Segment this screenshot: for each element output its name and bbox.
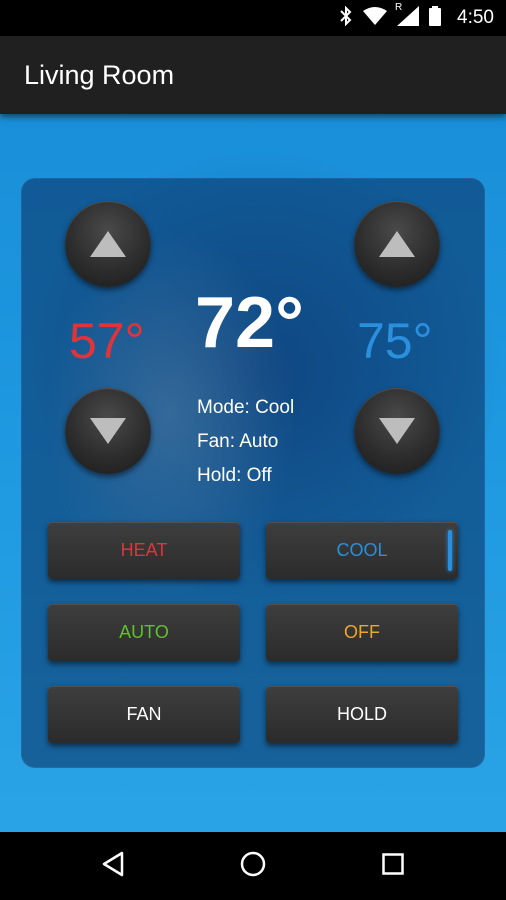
arrow-down-icon <box>377 416 417 446</box>
cool-button[interactable]: COOL <box>266 522 458 579</box>
page-title: Living Room <box>24 60 175 90</box>
selected-indicator <box>448 530 452 571</box>
cool-setpoint: 75° <box>357 313 433 369</box>
status-time: 4:50 <box>457 7 494 28</box>
back-button[interactable] <box>93 846 133 886</box>
back-icon <box>101 851 125 882</box>
home-button[interactable] <box>233 846 273 886</box>
hold-button[interactable]: HOLD <box>266 686 458 743</box>
recents-icon <box>382 852 404 880</box>
navigation-bar <box>0 832 506 900</box>
recents-button[interactable] <box>373 846 413 886</box>
status-bar: R 4:50 <box>0 0 506 36</box>
heat-button-label: HEAT <box>120 540 168 560</box>
cell-roaming-label: R <box>395 1 403 13</box>
cool-up-button[interactable] <box>354 201 440 287</box>
cell-signal-icon: R <box>395 2 420 31</box>
off-button-label: OFF <box>344 622 380 642</box>
fan-button[interactable]: FAN <box>48 686 240 743</box>
hold-button-label: HOLD <box>336 704 387 724</box>
wifi-icon <box>363 6 388 30</box>
hold-status: Hold: Off <box>197 465 272 486</box>
heat-up-button[interactable] <box>65 201 151 287</box>
arrow-up-icon <box>377 229 417 259</box>
cool-down-button[interactable] <box>354 388 440 474</box>
fan-button-label: FAN <box>126 704 162 724</box>
current-temperature: 72° <box>195 283 304 363</box>
fan-status: Fan: Auto <box>197 431 279 452</box>
off-button[interactable]: OFF <box>266 604 458 661</box>
arrow-down-icon <box>88 416 128 446</box>
mode-status: Mode: Cool <box>197 397 295 418</box>
status-icons: R 4:50 <box>339 0 494 36</box>
arrow-up-icon <box>88 229 128 259</box>
heat-down-button[interactable] <box>65 388 151 474</box>
cool-button-label: COOL <box>336 540 388 560</box>
heat-button[interactable]: HEAT <box>48 522 240 579</box>
auto-button-label: AUTO <box>119 622 169 642</box>
app-bar: Living Room <box>0 36 506 114</box>
heat-setpoint: 57° <box>69 313 145 369</box>
home-icon <box>240 851 266 882</box>
auto-button[interactable]: AUTO <box>48 604 240 661</box>
battery-icon <box>429 5 442 31</box>
bluetooth-icon <box>339 5 353 31</box>
